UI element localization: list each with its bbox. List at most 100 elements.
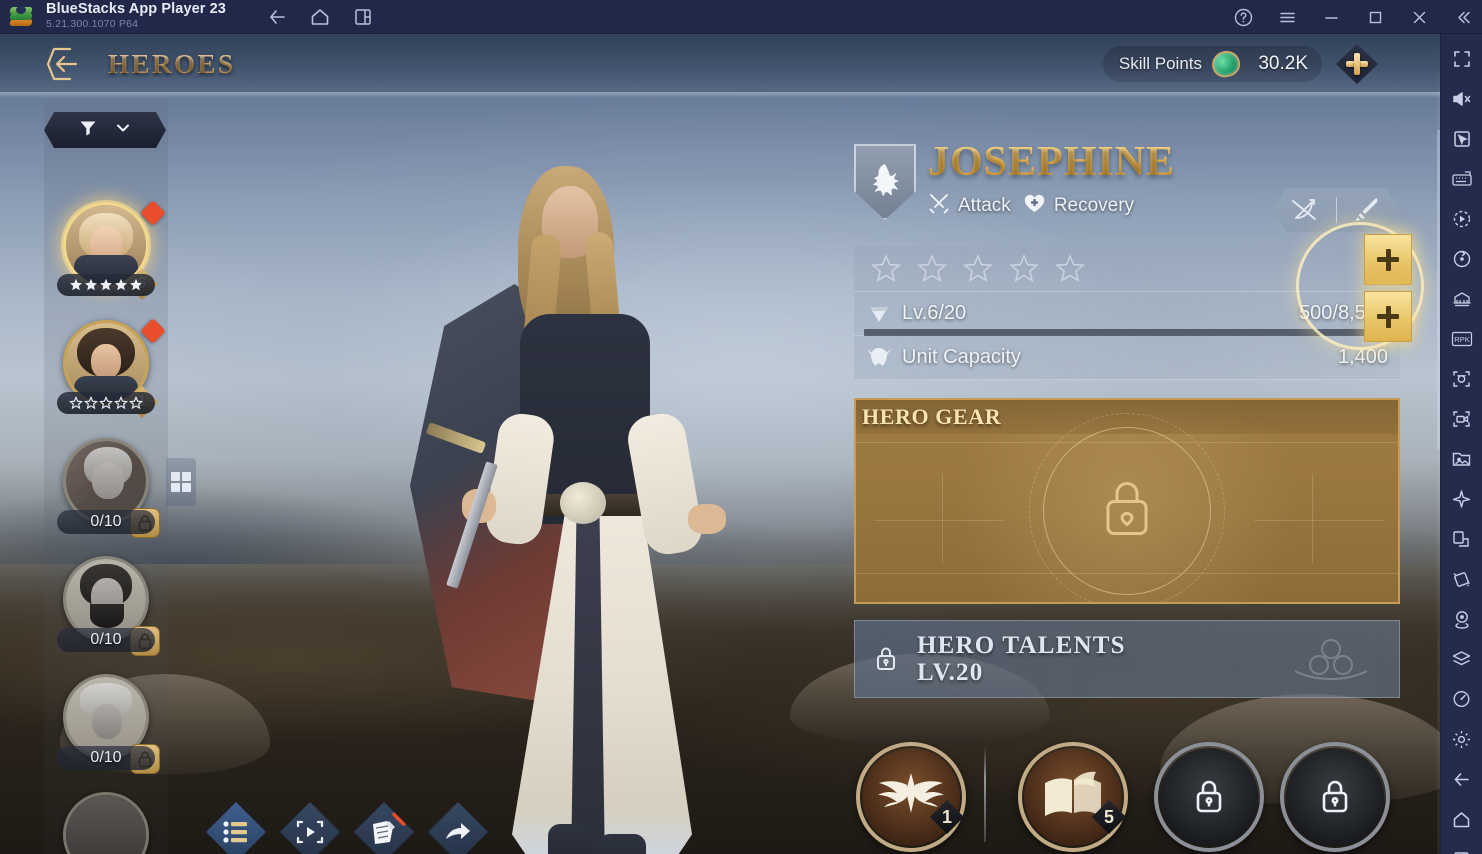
keyboard-icon[interactable] [1443,160,1481,198]
star-icon [870,253,902,282]
list-icon [223,821,247,843]
skill-gem-icon [1208,47,1244,81]
rotate-icon[interactable] [1443,240,1481,278]
filter-icon [78,118,98,143]
unit-capacity-value: 1,400 [1337,346,1388,368]
game-back-button[interactable] [44,46,86,82]
media-button[interactable] [280,802,340,854]
skill-2[interactable]: 5 [1018,742,1128,852]
multi-instance-icon[interactable] [350,4,376,30]
hero-crest-icon [854,144,916,220]
hero-talents-text: HERO TALENTS LV.20 [917,632,1126,686]
crossed-swords-icon [928,192,950,220]
weapon-toggle[interactable] [1272,188,1400,232]
skill-3[interactable] [1154,742,1264,852]
back-icon[interactable] [264,4,290,30]
edit-button[interactable] [354,802,414,854]
padlock-icon [1322,780,1348,813]
padlock-icon [855,645,917,673]
sword-icon[interactable] [1337,195,1400,225]
level-up-button[interactable] [1364,234,1412,285]
home-icon[interactable] [307,4,333,30]
app-name: BlueStacks App Player 23 [46,1,226,17]
help-icon[interactable] [1228,4,1258,30]
hero-stats: Lv.6/20 500/8,500 Unit Capacity 1,400 [854,246,1400,380]
hero-level-label: Lv.6/20 [902,302,967,324]
location-icon[interactable] [1443,600,1481,638]
layers-icon[interactable] [1443,640,1481,678]
hero-slot-5[interactable]: 0/10 [44,674,168,790]
collapse-sidebar-icon[interactable] [1448,4,1478,30]
menu-icon[interactable] [1272,4,1302,30]
close-icon[interactable] [1404,4,1434,30]
settings-icon[interactable] [1443,720,1481,758]
hero-filter-button[interactable] [44,112,166,148]
bow-disabled-icon[interactable] [1273,195,1336,225]
hero-character-render [400,164,830,854]
cursor-icon[interactable] [1443,120,1481,158]
add-skill-points-button[interactable] [1336,44,1378,84]
macro-play-icon[interactable] [1443,200,1481,238]
hero-talents-panel[interactable]: HERO TALENTS LV.20 [854,620,1400,698]
quest-list-button[interactable] [206,802,266,854]
xp-progress-bar [864,329,1384,336]
play-frame-icon [296,820,324,844]
screenshot-icon[interactable] [1443,360,1481,398]
star-icon [84,396,98,410]
home-icon[interactable] [1443,800,1481,838]
skill-points-label: Skill Points [1118,54,1202,73]
hero-tag-recovery: Recovery [1023,193,1134,220]
media-manager-icon[interactable] [1443,440,1481,478]
hero-list-panel: 6 1 [44,102,168,854]
multi-window-icon[interactable] [1443,520,1481,558]
maximize-icon[interactable] [1360,4,1390,30]
hero-talents-line1: HERO TALENTS [917,632,1126,659]
bottom-toolbar [206,802,488,854]
shake-icon[interactable] [1443,560,1481,598]
share-button[interactable] [428,802,488,854]
app-version: 5.21.300.1070 P64 [46,18,139,30]
airplane-icon[interactable] [1443,480,1481,518]
eco-mode-icon[interactable] [1443,280,1481,318]
celtic-knot-icon [1285,631,1377,694]
hero-tag-label: Recovery [1053,195,1135,216]
mute-icon[interactable] [1443,80,1481,118]
performance-icon[interactable] [1443,680,1481,718]
titlebar-nav [264,4,376,30]
back-icon[interactable] [1443,760,1481,798]
hero-gear-panel[interactable]: HERO GEAR [854,398,1400,604]
star-icon [114,396,128,410]
hero-slot-1[interactable]: 6 [44,200,168,318]
unit-capacity-label: Unit Capacity [902,346,1021,368]
skill-1[interactable]: 1 [856,742,966,852]
skill-points-display: Skill Points 30.2K [1102,46,1322,82]
star-icon [1008,253,1040,282]
note-edit-icon [373,821,395,844]
star-icon [130,278,142,291]
hero-tag-label: Attack [958,195,1011,216]
record-icon[interactable] [1443,400,1481,438]
titlebar: BlueStacks App Player 23 5.21.300.1070 P… [0,0,1482,34]
hero-slot-2[interactable]: 1 [44,318,168,436]
skill-4[interactable] [1280,742,1390,852]
hero-upgrade-buttons[interactable] [1364,234,1412,342]
recents-icon[interactable] [1443,840,1481,854]
chevron-down-icon [114,119,132,142]
hero-progress: 0/10 [57,746,155,770]
helmet-icon [864,345,894,371]
fullscreen-icon[interactable] [1443,40,1481,78]
hero-slot-3[interactable]: 0/10 [44,438,168,554]
minimize-icon[interactable] [1316,4,1346,30]
hero-star-rating [57,274,155,296]
capacity-up-button[interactable] [1364,291,1412,342]
skill-points-value: 30.2K [1258,53,1308,74]
rpk-icon[interactable]: RPK [1443,320,1481,358]
star-icon [115,278,127,291]
grid-view-toggle[interactable] [166,458,196,506]
star-icon [85,278,97,291]
hero-slot-4[interactable]: 0/10 [44,556,168,672]
page-title: HEROES [108,46,236,82]
titlebar-controls [1228,0,1478,34]
hero-slot-next[interactable] [44,792,168,854]
hero-tag-attack: Attack [928,192,1011,220]
